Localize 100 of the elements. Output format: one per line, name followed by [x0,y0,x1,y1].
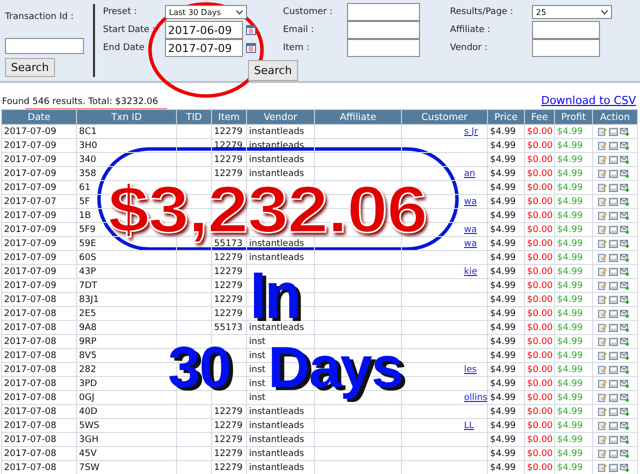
document-icon[interactable] [609,155,618,164]
edit-icon[interactable] [598,393,607,402]
edit-icon[interactable] [598,211,607,220]
mail-plus-icon[interactable] [620,281,629,290]
calendar-icon[interactable] [246,43,256,53]
document-icon[interactable] [609,183,618,192]
document-icon[interactable] [609,379,618,388]
input-field[interactable] [532,39,600,57]
mail-plus-icon[interactable] [620,463,629,472]
edit-icon[interactable] [598,421,607,430]
table-cell: $4.99 [557,406,583,416]
edit-icon[interactable] [598,155,607,164]
edit-icon[interactable] [598,225,607,234]
input-field[interactable] [532,21,600,39]
mail-plus-icon[interactable] [620,435,629,444]
edit-icon[interactable] [598,253,607,262]
preset-dropdown[interactable]: Last 30 Days [165,5,247,19]
document-icon[interactable] [609,421,618,430]
edit-icon[interactable] [598,407,607,416]
field-label: Results/Page : [450,7,514,17]
document-icon[interactable] [609,253,618,262]
document-icon[interactable] [609,407,618,416]
mail-plus-icon[interactable] [620,379,629,388]
mail-plus-icon[interactable] [620,449,629,458]
table-cell: 5WS [79,420,100,430]
input-field[interactable] [5,38,84,54]
input-field[interactable]: 2017-07-09 [165,39,243,57]
document-icon[interactable] [609,365,618,374]
mail-plus-icon[interactable] [620,421,629,430]
table-cell: 2017-07-09 [4,280,56,290]
document-icon[interactable] [609,435,618,444]
input-field[interactable] [347,21,420,39]
search-button[interactable]: Search [248,60,298,80]
mail-plus-icon[interactable] [620,365,629,374]
document-icon[interactable] [609,393,618,402]
mail-plus-icon[interactable] [620,267,629,276]
table-cell: $0.00 [527,308,553,318]
table-cell: 3PD [79,378,98,388]
mail-plus-icon[interactable] [620,309,629,318]
mail-plus-icon[interactable] [620,323,629,332]
document-icon[interactable] [609,281,618,290]
edit-icon[interactable] [598,365,607,374]
mail-plus-icon[interactable] [620,239,629,248]
document-icon[interactable] [609,351,618,360]
edit-icon[interactable] [598,379,607,388]
mail-plus-icon[interactable] [620,197,629,206]
edit-icon[interactable] [598,351,607,360]
edit-icon[interactable] [598,323,607,332]
edit-icon[interactable] [598,281,607,290]
mail-plus-icon[interactable] [620,253,629,262]
results-dropdown[interactable]: 25 [532,5,612,19]
edit-icon[interactable] [598,435,607,444]
mail-plus-icon[interactable] [620,169,629,178]
document-icon[interactable] [609,169,618,178]
mail-plus-icon[interactable] [620,225,629,234]
mail-plus-icon[interactable] [620,337,629,346]
document-icon[interactable] [609,449,618,458]
edit-icon[interactable] [598,197,607,206]
document-icon[interactable] [609,463,618,472]
mail-plus-icon[interactable] [620,211,629,220]
edit-icon[interactable] [598,239,607,248]
input-field[interactable] [347,3,420,21]
mail-plus-icon[interactable] [620,155,629,164]
document-icon[interactable] [609,295,618,304]
document-icon[interactable] [609,197,618,206]
document-icon[interactable] [609,337,618,346]
mail-plus-icon[interactable] [620,141,629,150]
document-icon[interactable] [609,211,618,220]
document-icon[interactable] [609,127,618,136]
edit-icon[interactable] [598,295,607,304]
search-button[interactable]: Search [5,58,55,77]
edit-icon[interactable] [598,449,607,458]
edit-icon[interactable] [598,267,607,276]
document-icon[interactable] [609,309,618,318]
table-cell: 43P [79,266,96,276]
mail-plus-icon[interactable] [620,295,629,304]
edit-icon[interactable] [598,169,607,178]
download-link[interactable]: Download to CSV [541,94,636,107]
mail-plus-icon[interactable] [620,393,629,402]
input-field[interactable]: 2017-06-09 [165,21,243,39]
mail-plus-icon[interactable] [620,407,629,416]
edit-icon[interactable] [598,337,607,346]
table-cell: 12279 [214,420,243,430]
edit-icon[interactable] [598,463,607,472]
input-field[interactable] [347,39,420,57]
table-cell: 2017-07-08 [4,434,56,444]
mail-plus-icon[interactable] [620,351,629,360]
document-icon[interactable] [609,323,618,332]
document-icon[interactable] [609,225,618,234]
document-icon[interactable] [609,239,618,248]
edit-icon[interactable] [598,183,607,192]
edit-icon[interactable] [598,127,607,136]
document-icon[interactable] [609,141,618,150]
column-header: Affiliate [314,110,402,124]
mail-plus-icon[interactable] [620,127,629,136]
document-icon[interactable] [609,267,618,276]
mail-plus-icon[interactable] [620,183,629,192]
edit-icon[interactable] [598,141,607,150]
edit-icon[interactable] [598,309,607,318]
calendar-icon[interactable] [246,25,256,35]
